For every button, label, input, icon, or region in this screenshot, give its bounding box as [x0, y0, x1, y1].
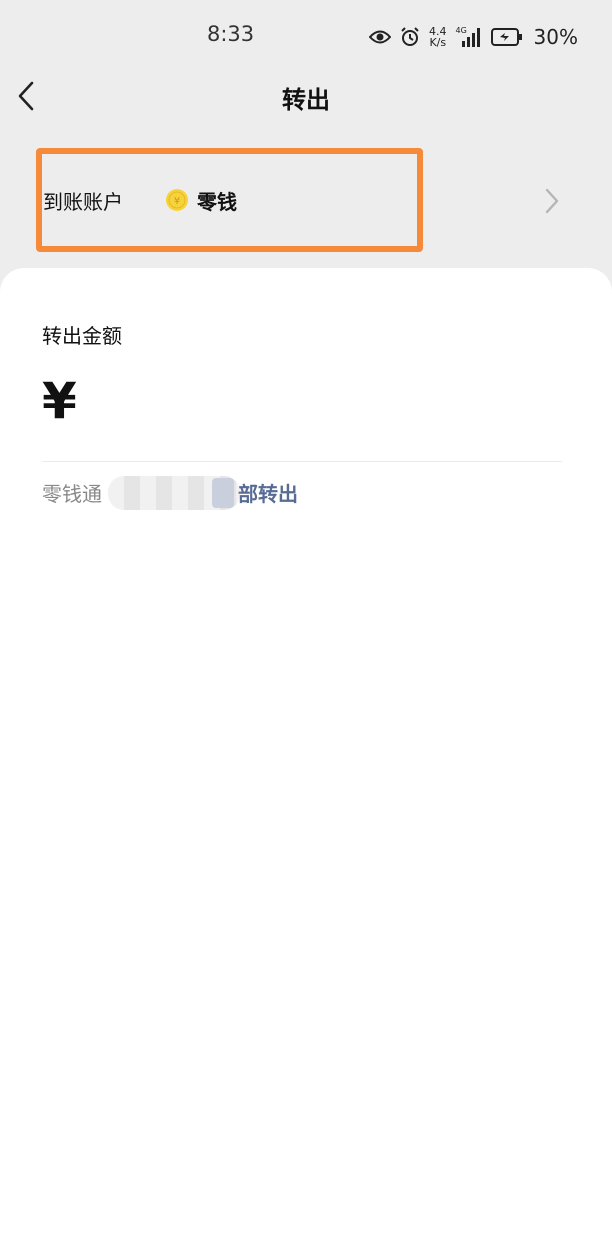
net-speed-unit: K/s	[429, 36, 447, 49]
coin-symbol: ¥	[174, 196, 180, 207]
account-value: 零钱	[197, 190, 237, 214]
signal-icon: 4G	[456, 26, 482, 48]
eye-icon	[369, 30, 392, 44]
battery-icon	[490, 28, 522, 46]
alarm-icon	[401, 27, 419, 46]
account-label: 到账账户	[43, 190, 123, 214]
balance-text: 零钱通	[42, 482, 102, 506]
status-icons: 4.4 K/s 4G 30%	[369, 22, 578, 52]
status-time: 8:33	[207, 22, 255, 46]
nav-bar: 转出	[0, 72, 612, 122]
divider	[42, 461, 562, 462]
account-selector[interactable]: 到账账户 ¥ 零钱	[0, 148, 612, 254]
transfer-all-link[interactable]: 部转出	[238, 478, 298, 507]
amount-input[interactable]: ¥	[42, 372, 77, 430]
amount-label: 转出金额	[42, 324, 122, 348]
coin-icon: ¥	[166, 189, 188, 211]
transfer-card: 转出金额 ¥ 零钱通 部转出	[0, 268, 612, 1254]
status-bar: 8:33 4.4 K/s 4G 30%	[0, 0, 612, 72]
battery-percentage: 30%	[533, 25, 578, 49]
chevron-right-icon	[545, 188, 559, 214]
page-title: 转出	[282, 86, 330, 114]
network-speed: 4.4 K/s	[429, 26, 447, 48]
redacted-balance	[108, 476, 240, 510]
